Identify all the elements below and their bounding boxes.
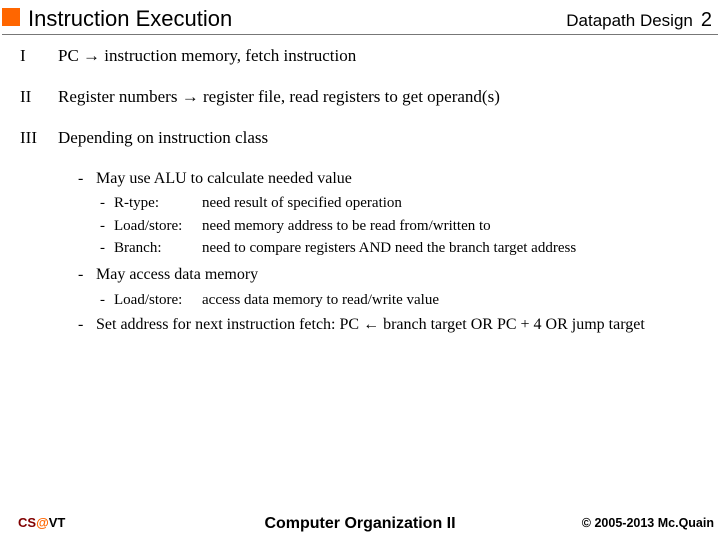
sub-a-1: - R-type: need result of specified opera…	[100, 193, 706, 213]
step-2: II Register numbers → register file, rea…	[20, 86, 706, 109]
footer-right: © 2005-2013 Mc.Quain	[582, 516, 714, 530]
slide-header: Instruction Execution Datapath Design 2	[0, 0, 720, 34]
footer-left: CS@VT	[18, 515, 65, 530]
step-1: I PC → instruction memory, fetch instruc…	[20, 45, 706, 68]
sub-a-3-key: Branch:	[114, 238, 202, 258]
sub-a-2: - Load/store: need memory address to be …	[100, 216, 706, 236]
dash-icon: -	[78, 168, 96, 190]
dash-icon: -	[78, 264, 96, 286]
sub-c-text: Set address for next instruction fetch: …	[96, 314, 645, 336]
slide-title: Instruction Execution	[28, 6, 232, 32]
sub-a: - May use ALU to calculate needed value	[78, 168, 706, 190]
step-2-numeral: II	[20, 86, 58, 109]
step-3: III Depending on instruction class	[20, 127, 706, 150]
sub-a-text: May use ALU to calculate needed value	[96, 168, 352, 190]
step-3-numeral: III	[20, 127, 58, 150]
sub-b-text: May access data memory	[96, 264, 258, 286]
sub-b-1-val: access data memory to read/write value	[202, 290, 439, 310]
title-bullet-icon	[2, 8, 20, 26]
dash-icon: -	[78, 314, 96, 336]
header-right: Datapath Design 2	[566, 9, 716, 32]
slide-subtitle: Datapath Design	[566, 11, 693, 31]
step-3-text: Depending on instruction class	[58, 127, 268, 150]
footer-cs: CS	[18, 515, 36, 530]
sub-b-1: - Load/store: access data memory to read…	[100, 290, 706, 310]
dash-icon: -	[100, 216, 114, 236]
step-1-numeral: I	[20, 45, 58, 68]
sub-c: - Set address for next instruction fetch…	[78, 314, 706, 336]
sub-a-2-val: need memory address to be read from/writ…	[202, 216, 491, 236]
sub-a-3: - Branch: need to compare registers AND …	[100, 238, 706, 258]
footer-at: @	[36, 515, 49, 530]
step-2-text: Register numbers → register file, read r…	[58, 86, 500, 109]
slide-footer: CS@VT Computer Organization II © 2005-20…	[0, 515, 720, 530]
dash-icon: -	[100, 238, 114, 258]
step-3-sublist: - May use ALU to calculate needed value …	[78, 168, 706, 336]
page-number: 2	[701, 9, 712, 32]
sub-a-1-key: R-type:	[114, 193, 202, 213]
sub-a-3-val: need to compare registers AND need the b…	[202, 238, 576, 258]
sub-b: - May access data memory	[78, 264, 706, 286]
sub-a-1-val: need result of specified operation	[202, 193, 402, 213]
step-1-text: PC → instruction memory, fetch instructi…	[58, 45, 356, 68]
sub-a-2-key: Load/store:	[114, 216, 202, 236]
footer-vt: VT	[49, 515, 66, 530]
dash-icon: -	[100, 290, 114, 310]
slide: Instruction Execution Datapath Design 2 …	[0, 0, 720, 540]
slide-content: I PC → instruction memory, fetch instruc…	[0, 35, 720, 336]
sub-b-1-key: Load/store:	[114, 290, 202, 310]
dash-icon: -	[100, 193, 114, 213]
